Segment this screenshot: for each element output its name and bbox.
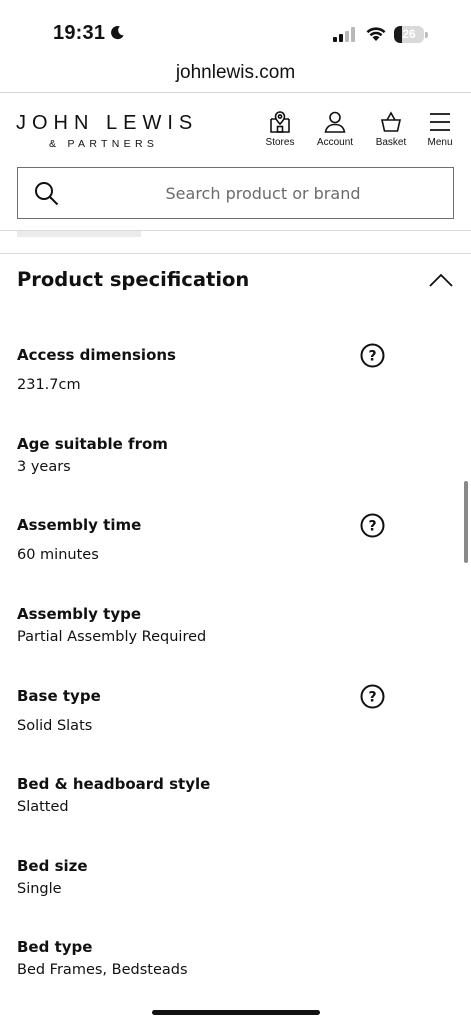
search-icon [35, 182, 59, 206]
section-title[interactable]: Product specification [17, 268, 249, 291]
store-icon [270, 111, 290, 133]
brand-sub: & PARTNERS [49, 138, 159, 150]
browser-url[interactable]: johnlewis.com [0, 60, 471, 90]
status-bar: 19:31 26 [0, 0, 471, 62]
nav-stores-label: Stores [265, 137, 295, 148]
spec-value: Single [17, 881, 62, 897]
wifi-icon [366, 27, 386, 41]
menu-icon [430, 113, 450, 131]
spec-value: 3 years [17, 459, 71, 475]
spec-value: Partial Assembly Required [17, 629, 207, 645]
cellular-signal-icon [333, 27, 355, 42]
basket-icon [380, 111, 402, 132]
nav-menu-label: Menu [427, 137, 453, 148]
spec-value: 60 minutes [17, 547, 99, 563]
spec-label: Base type [17, 687, 101, 705]
scrollbar[interactable] [464, 481, 468, 563]
spec-label: Assembly type [17, 605, 142, 623]
chevron-up-icon[interactable] [424, 266, 458, 296]
spec-value: Slatted [17, 799, 69, 815]
spec-label: Access dimensions [17, 346, 176, 364]
help-icon[interactable]: ? [360, 513, 385, 538]
url-divider [0, 92, 471, 93]
spec-value: Solid Slats [17, 718, 93, 734]
battery-level: 26 [402, 27, 416, 41]
spec-label: Bed size [17, 857, 88, 875]
collapsed-panel-edge [17, 231, 141, 237]
battery-icon: 26 [394, 26, 428, 43]
nav-menu[interactable]: Menu [412, 110, 468, 148]
spec-label: Bed type [17, 938, 93, 956]
nav-account[interactable]: Account [307, 110, 363, 148]
spec-value: 231.7cm [17, 377, 81, 393]
svg-text:?: ? [368, 690, 376, 706]
home-indicator[interactable] [152, 1010, 320, 1015]
spec-label: Age suitable from [17, 435, 168, 453]
account-icon [324, 111, 346, 133]
spec-label: Bed & headboard style [17, 775, 211, 793]
search-bar[interactable] [17, 167, 454, 219]
svg-text:?: ? [368, 519, 376, 535]
help-icon[interactable]: ? [360, 343, 385, 368]
brand-logo[interactable]: JOHN LEWIS & PARTNERS [16, 112, 196, 150]
nav-stores[interactable]: Stores [252, 110, 308, 148]
status-time: 19:31 [53, 22, 106, 44]
spec-label: Assembly time [17, 516, 142, 534]
spec-value: Bed Frames, Bedsteads [17, 962, 188, 978]
help-icon[interactable]: ? [360, 684, 385, 709]
brand-name: JOHN LEWIS [16, 112, 199, 134]
nav-basket[interactable]: Basket [363, 110, 419, 148]
svg-text:?: ? [368, 349, 376, 365]
nav-account-label: Account [316, 137, 354, 148]
moon-icon [111, 26, 124, 40]
nav-basket-label: Basket [375, 137, 407, 148]
search-input[interactable] [78, 168, 448, 218]
section-divider [0, 253, 471, 254]
